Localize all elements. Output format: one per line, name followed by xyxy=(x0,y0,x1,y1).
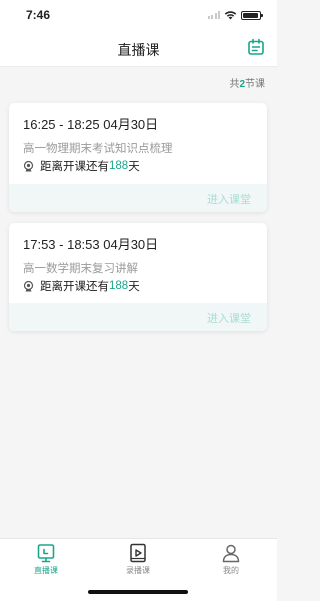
enter-classroom-button[interactable]: 进入课堂 xyxy=(207,191,251,207)
video-play-icon xyxy=(130,543,146,563)
course-countdown: 距离开课还有 188 天 xyxy=(23,278,140,294)
countdown-days: 188 xyxy=(109,280,129,292)
countdown-prefix: 距离开课还有 xyxy=(40,161,109,173)
countdown-suffix: 天 xyxy=(128,161,140,173)
count-prefix: 共 xyxy=(229,79,240,90)
course-count: 共2节课 xyxy=(229,75,265,90)
countdown-suffix: 天 xyxy=(128,281,140,293)
countdown-days: 188 xyxy=(109,160,129,172)
tab-label: 录播课 xyxy=(126,566,150,575)
calendar-icon[interactable] xyxy=(247,38,265,56)
page-title: 直播课 xyxy=(117,42,160,58)
status-bar: 7:46 xyxy=(0,0,277,30)
course-countdown: 距离开课还有 188 天 xyxy=(23,158,140,174)
tab-recorded-courses[interactable]: 录播课 xyxy=(92,543,184,576)
tab-label: 直播课 xyxy=(34,566,58,575)
live-tv-icon xyxy=(37,544,55,563)
course-time: 16:25 - 18:25 04月30日 xyxy=(23,117,159,132)
user-icon xyxy=(222,544,240,563)
enter-classroom-button[interactable]: 进入课堂 xyxy=(207,310,251,326)
camera-icon xyxy=(23,280,34,291)
wifi-icon xyxy=(224,11,237,20)
signal-icon xyxy=(207,11,220,19)
card-footer: 进入课堂 xyxy=(9,184,267,212)
card-footer: 进入课堂 xyxy=(9,303,267,331)
status-icons xyxy=(207,10,263,20)
battery-icon xyxy=(241,10,263,20)
count-suffix: 节课 xyxy=(245,79,265,90)
home-indicator xyxy=(88,590,188,594)
course-title: 高一物理期末考试知识点梳理 xyxy=(23,143,173,155)
tab-live-courses[interactable]: 直播课 xyxy=(0,543,92,576)
nav-bar: 直播课 xyxy=(0,30,277,67)
camera-icon xyxy=(23,160,34,171)
status-time: 7:46 xyxy=(26,8,51,22)
course-card[interactable]: 17:53 - 18:53 04月30日 高一数学期末复习讲解 距离开课还有 18… xyxy=(9,223,267,331)
course-title: 高一数学期末复习讲解 xyxy=(23,263,138,275)
tab-profile[interactable]: 我的 xyxy=(185,543,277,576)
tab-label: 我的 xyxy=(223,566,239,575)
course-card[interactable]: 16:25 - 18:25 04月30日 高一物理期末考试知识点梳理 距离开课还… xyxy=(9,103,267,212)
countdown-prefix: 距离开课还有 xyxy=(40,281,109,293)
course-time: 17:53 - 18:53 04月30日 xyxy=(23,237,159,252)
